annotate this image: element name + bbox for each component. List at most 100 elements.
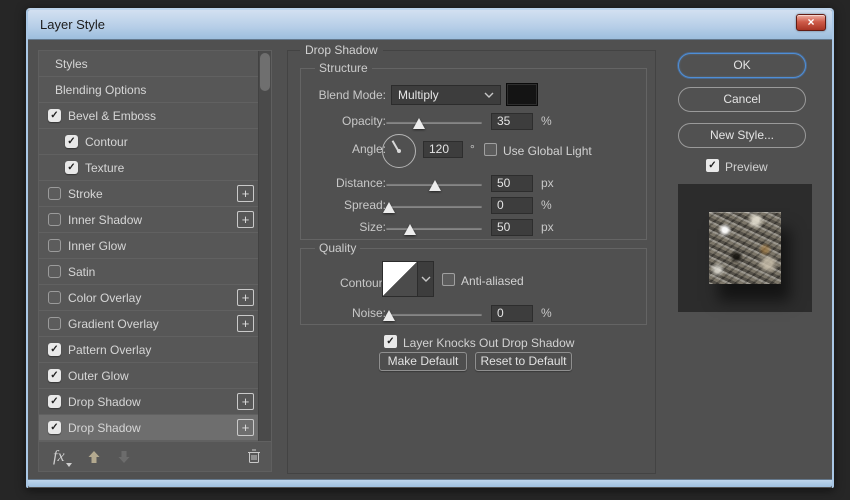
effect-label: Texture — [85, 160, 125, 175]
blend-mode-row: Blend Mode: Multiply — [288, 83, 655, 106]
effect-label: Blending Options — [55, 82, 147, 97]
effect-checkbox[interactable]: ✓ — [48, 421, 61, 434]
use-global-light-label: Use Global Light — [503, 144, 592, 158]
duplicate-effect-button[interactable]: + — [237, 315, 254, 332]
effect-checkbox[interactable]: ✓ — [65, 135, 78, 148]
scrollbar-thumb[interactable] — [260, 53, 270, 91]
delete-effect-button[interactable] — [247, 449, 261, 464]
cancel-button[interactable]: Cancel — [678, 87, 806, 112]
effect-row-texture[interactable]: ✓ Texture — [39, 155, 259, 181]
distance-input[interactable]: 50 — [491, 175, 533, 192]
dialog-title: Layer Style — [40, 17, 106, 32]
opacity-unit: % — [541, 114, 552, 128]
effect-row-blending-options[interactable]: Blending Options — [39, 77, 259, 103]
effect-row-pattern-overlay[interactable]: ✓ Pattern Overlay — [39, 337, 259, 363]
spread-slider[interactable] — [382, 202, 482, 213]
effect-checkbox[interactable] — [48, 187, 61, 200]
effects-toolbar: fx — [39, 441, 271, 471]
effect-row-color-overlay[interactable]: Color Overlay + — [39, 285, 259, 311]
down-arrow-icon — [118, 450, 130, 463]
duplicate-effect-button[interactable]: + — [237, 289, 254, 306]
duplicate-effect-button[interactable]: + — [237, 211, 254, 228]
new-style-button[interactable]: New Style... — [678, 123, 806, 148]
move-effect-down-button[interactable] — [117, 450, 131, 464]
blend-mode-label: Blend Mode: — [318, 88, 386, 102]
duplicate-effect-button[interactable]: + — [237, 419, 254, 436]
effects-list: Styles Blending Options ✓ Bevel & Emboss ✓ Co… — [39, 51, 271, 441]
effects-scrollbar[interactable] — [258, 51, 271, 441]
effect-row-stroke[interactable]: Stroke + — [39, 181, 259, 207]
effect-label: Styles — [55, 56, 88, 71]
duplicate-effect-button[interactable]: + — [237, 393, 254, 410]
opacity-input[interactable]: 35 — [491, 113, 533, 130]
effect-checkbox[interactable]: ✓ — [48, 343, 61, 356]
effect-checkbox[interactable] — [48, 317, 61, 330]
layer-knocks-out-checkbox[interactable]: ✓ — [384, 335, 397, 348]
ok-button[interactable]: OK — [678, 53, 806, 78]
angle-input[interactable]: 120 — [423, 141, 463, 158]
effect-label: Bevel & Emboss — [68, 108, 157, 123]
duplicate-effect-button[interactable]: + — [237, 185, 254, 202]
effect-label: Outer Glow — [68, 368, 129, 383]
angle-row: Angle: 120 ° Use Global Light — [288, 141, 655, 159]
distance-slider-thumb[interactable] — [428, 180, 441, 191]
size-slider[interactable] — [386, 224, 482, 235]
quality-legend: Quality — [315, 241, 361, 255]
trash-icon — [248, 449, 260, 463]
contour-picker[interactable] — [382, 261, 418, 297]
close-button[interactable]: × — [796, 14, 826, 31]
spread-input[interactable]: 0 — [491, 197, 533, 214]
effect-checkbox[interactable] — [48, 239, 61, 252]
distance-slider[interactable] — [386, 180, 482, 191]
effect-checkbox[interactable] — [48, 213, 61, 226]
size-input[interactable]: 50 — [491, 219, 533, 236]
distance-label: Distance: — [335, 176, 386, 190]
reset-to-default-button[interactable]: Reset to Default — [475, 352, 572, 371]
layer-style-dialog: Layer Style × Styles Blending Options ✓ Bev… — [26, 8, 834, 488]
effect-row-styles[interactable]: Styles — [39, 51, 259, 77]
effect-row-satin[interactable]: Satin — [39, 259, 259, 285]
use-global-light-checkbox[interactable] — [484, 143, 497, 156]
noise-slider[interactable] — [382, 310, 482, 321]
size-unit: px — [541, 220, 554, 234]
noise-input[interactable]: 0 — [491, 305, 533, 322]
effect-row-contour[interactable]: ✓ Contour — [39, 129, 259, 155]
effect-row-inner-shadow[interactable]: Inner Shadow + — [39, 207, 259, 233]
opacity-slider-thumb[interactable] — [412, 118, 425, 129]
effect-checkbox[interactable] — [48, 265, 61, 278]
dialog-titlebar[interactable]: Layer Style × — [28, 10, 832, 40]
add-effect-fx-button[interactable]: fx — [53, 448, 72, 467]
noise-row: Noise: 0 % — [288, 305, 655, 323]
spread-slider-thumb[interactable] — [382, 202, 395, 213]
preview-checkbox[interactable]: ✓ — [706, 159, 719, 172]
effect-checkbox[interactable]: ✓ — [48, 395, 61, 408]
shadow-color-swatch[interactable] — [506, 83, 538, 106]
contour-dropdown-button[interactable] — [418, 261, 434, 297]
effect-row-drop-shadow[interactable]: ✓ Drop Shadow + — [39, 389, 259, 415]
effect-row-inner-glow[interactable]: Inner Glow — [39, 233, 259, 259]
angle-unit: ° — [470, 142, 475, 156]
effect-checkbox[interactable] — [48, 291, 61, 304]
effect-row-gradient-overlay[interactable]: Gradient Overlay + — [39, 311, 259, 337]
noise-slider-thumb[interactable] — [382, 310, 395, 321]
anti-aliased-checkbox[interactable] — [442, 273, 455, 286]
size-slider-thumb[interactable] — [404, 224, 416, 235]
effect-row-outer-glow[interactable]: ✓ Outer Glow — [39, 363, 259, 389]
opacity-label: Opacity: — [341, 114, 386, 128]
effect-checkbox[interactable]: ✓ — [48, 369, 61, 382]
make-default-button[interactable]: Make Default — [379, 352, 467, 371]
effect-row-drop-shadow[interactable]: ✓ Drop Shadow + — [39, 415, 259, 441]
structure-legend: Structure — [315, 61, 372, 75]
effect-label: Gradient Overlay — [68, 316, 159, 331]
blend-mode-select[interactable]: Multiply — [391, 85, 501, 105]
size-label: Size: — [359, 220, 386, 234]
move-effect-up-button[interactable] — [87, 450, 101, 464]
effect-row-bevel-emboss[interactable]: ✓ Bevel & Emboss — [39, 103, 259, 129]
effect-checkbox[interactable]: ✓ — [65, 161, 78, 174]
fx-caret-icon — [65, 462, 72, 467]
effect-checkbox[interactable]: ✓ — [48, 109, 61, 122]
opacity-slider[interactable] — [386, 118, 482, 129]
up-arrow-icon — [88, 450, 100, 463]
preview-label: Preview — [725, 160, 768, 174]
panel-title: Drop Shadow — [300, 43, 383, 57]
